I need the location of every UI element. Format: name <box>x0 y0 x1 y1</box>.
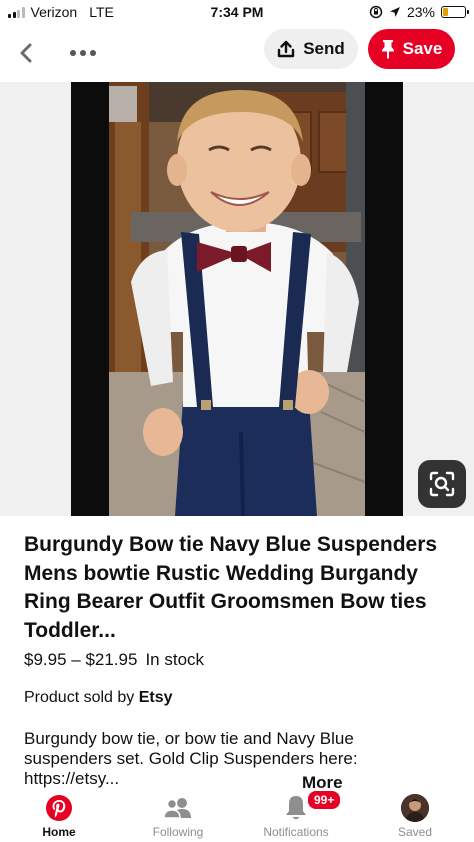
toddler-photo-illustration <box>109 82 366 516</box>
avatar <box>401 794 429 822</box>
tab-saved[interactable]: Saved <box>368 792 462 842</box>
price-line: $9.95 – $21.95 In stock <box>24 650 204 670</box>
save-label: Save <box>402 39 443 58</box>
pin-image-area <box>0 82 474 516</box>
send-label: Send <box>303 39 345 58</box>
price-range: $9.95 – $21.95 <box>24 650 138 669</box>
save-button[interactable]: Save <box>368 29 455 69</box>
battery-icon <box>441 6 469 18</box>
sold-by: Product sold by Etsy <box>24 689 173 707</box>
status-right: 23% <box>369 4 469 20</box>
tab-home[interactable]: Home <box>12 792 106 842</box>
people-icon <box>163 798 191 819</box>
pin-photo[interactable] <box>71 82 403 516</box>
tab-following-label: Following <box>152 825 204 839</box>
lens-search-icon <box>429 471 455 497</box>
sold-by-prefix: Product sold by <box>24 689 135 706</box>
pinterest-logo-icon <box>46 795 72 821</box>
seller-name[interactable]: Etsy <box>139 689 173 706</box>
stock-status: In stock <box>145 650 205 669</box>
bottom-tab-bar: Home Following 99+ Notifications Saved <box>0 789 474 842</box>
tab-following[interactable]: Following <box>131 792 225 842</box>
tab-home-label: Home <box>42 825 76 839</box>
notification-badge: 99+ <box>306 789 343 811</box>
location-icon <box>389 7 400 17</box>
top-nav: Send Save <box>0 24 474 82</box>
tab-saved-label: Saved <box>397 825 433 839</box>
status-bar: Verizon LTE 7:34 PM 23% <box>0 0 474 24</box>
chevron-left-icon <box>20 43 32 63</box>
visual-search-button[interactable] <box>418 460 466 508</box>
pin-title: Burgundy Bow tie Navy Blue Suspenders Me… <box>24 533 438 642</box>
orientation-lock-icon <box>369 5 383 19</box>
send-button[interactable]: Send <box>264 29 358 69</box>
ellipsis-icon <box>70 50 76 56</box>
bell-icon <box>286 796 306 820</box>
battery-percent: 23% <box>406 4 435 20</box>
tab-notifications-label: Notifications <box>263 825 329 839</box>
share-icon <box>278 40 295 58</box>
back-button[interactable] <box>10 36 44 70</box>
more-options-button[interactable] <box>64 36 102 70</box>
tab-notifications[interactable]: 99+ Notifications <box>249 789 343 842</box>
pushpin-icon <box>381 40 394 59</box>
